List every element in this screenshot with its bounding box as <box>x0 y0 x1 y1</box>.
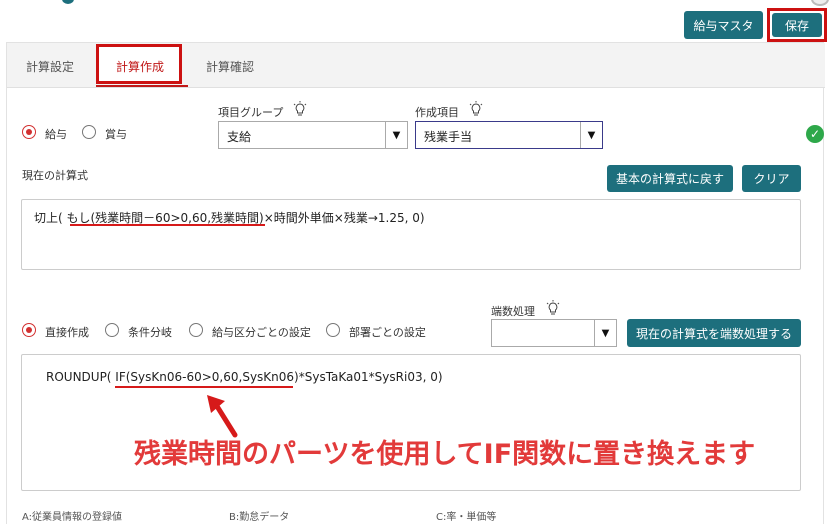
radio-salary[interactable] <box>22 125 36 139</box>
editor-formula-text: ROUNDUP( IF(SysKn06-60>0,60,SysKn06)*Sys… <box>46 370 443 384</box>
reset-basic-formula-button[interactable]: 基本の計算式に戻す <box>607 165 733 192</box>
parts-header-c: C:率・単価等 <box>436 512 497 523</box>
current-formula-label: 現在の計算式 <box>22 169 88 182</box>
tab-bar: 計算設定 計算作成 計算確認 <box>7 43 825 88</box>
editor-underline <box>115 386 293 388</box>
created-item-select[interactable]: 残業手当 ▼ <box>415 121 603 149</box>
radio-by-department-label: 部署ごとの設定 <box>349 326 426 339</box>
radio-direct-create[interactable] <box>22 323 36 337</box>
chevron-down-icon: ▼ <box>594 320 616 346</box>
item-group-value: 支給 <box>227 130 252 144</box>
valid-check-icon: ✓ <box>806 125 824 143</box>
tab-calc-create[interactable]: 計算作成 <box>116 58 164 75</box>
hint-bulb-icon[interactable] <box>545 300 561 316</box>
active-tab-underline <box>96 85 188 87</box>
clear-button[interactable]: クリア <box>742 165 801 192</box>
created-item-label: 作成項目 <box>415 106 459 119</box>
hint-bulb-icon[interactable] <box>292 101 308 117</box>
radio-by-pay-category[interactable] <box>189 323 203 337</box>
save-button-highlight: 保存 <box>767 8 827 42</box>
apply-rounding-button[interactable]: 現在の計算式を端数処理する <box>627 319 801 347</box>
item-group-label: 項目グループ <box>218 106 284 119</box>
chevron-down-icon: ▼ <box>580 122 602 148</box>
radio-bonus[interactable] <box>82 125 96 139</box>
save-button[interactable]: 保存 <box>772 13 822 37</box>
formula-underline <box>70 224 265 226</box>
radio-conditional[interactable] <box>105 323 119 337</box>
salary-master-button[interactable]: 給与マスタ <box>684 11 763 39</box>
created-item-value: 残業手当 <box>424 130 473 144</box>
user-avatar-icon[interactable] <box>811 0 829 6</box>
item-group-select[interactable]: 支給 ▼ <box>218 121 408 149</box>
tab-calc-confirm[interactable]: 計算確認 <box>206 58 254 75</box>
radio-direct-create-label: 直接作成 <box>45 326 89 339</box>
radio-by-pay-category-label: 給与区分ごとの設定 <box>212 326 311 339</box>
rounding-select[interactable]: ▼ <box>491 319 617 347</box>
annotation-callout: 残業時間のパーツを使用してIF関数に置き換えます <box>134 439 756 470</box>
radio-conditional-label: 条件分岐 <box>128 326 172 339</box>
parts-header-a: A:従業員情報の登録値 <box>22 512 123 523</box>
chevron-down-icon: ▼ <box>385 122 407 148</box>
tab-calc-settings[interactable]: 計算設定 <box>26 58 74 75</box>
radio-bonus-label: 賞与 <box>105 128 127 141</box>
radio-salary-label: 給与 <box>45 128 67 141</box>
app-logo-icon <box>62 0 74 4</box>
rounding-label: 端数処理 <box>491 305 535 318</box>
hint-bulb-icon[interactable] <box>468 101 484 117</box>
parts-header-b: B:勤怠データ <box>229 512 290 523</box>
radio-by-department[interactable] <box>326 323 340 337</box>
